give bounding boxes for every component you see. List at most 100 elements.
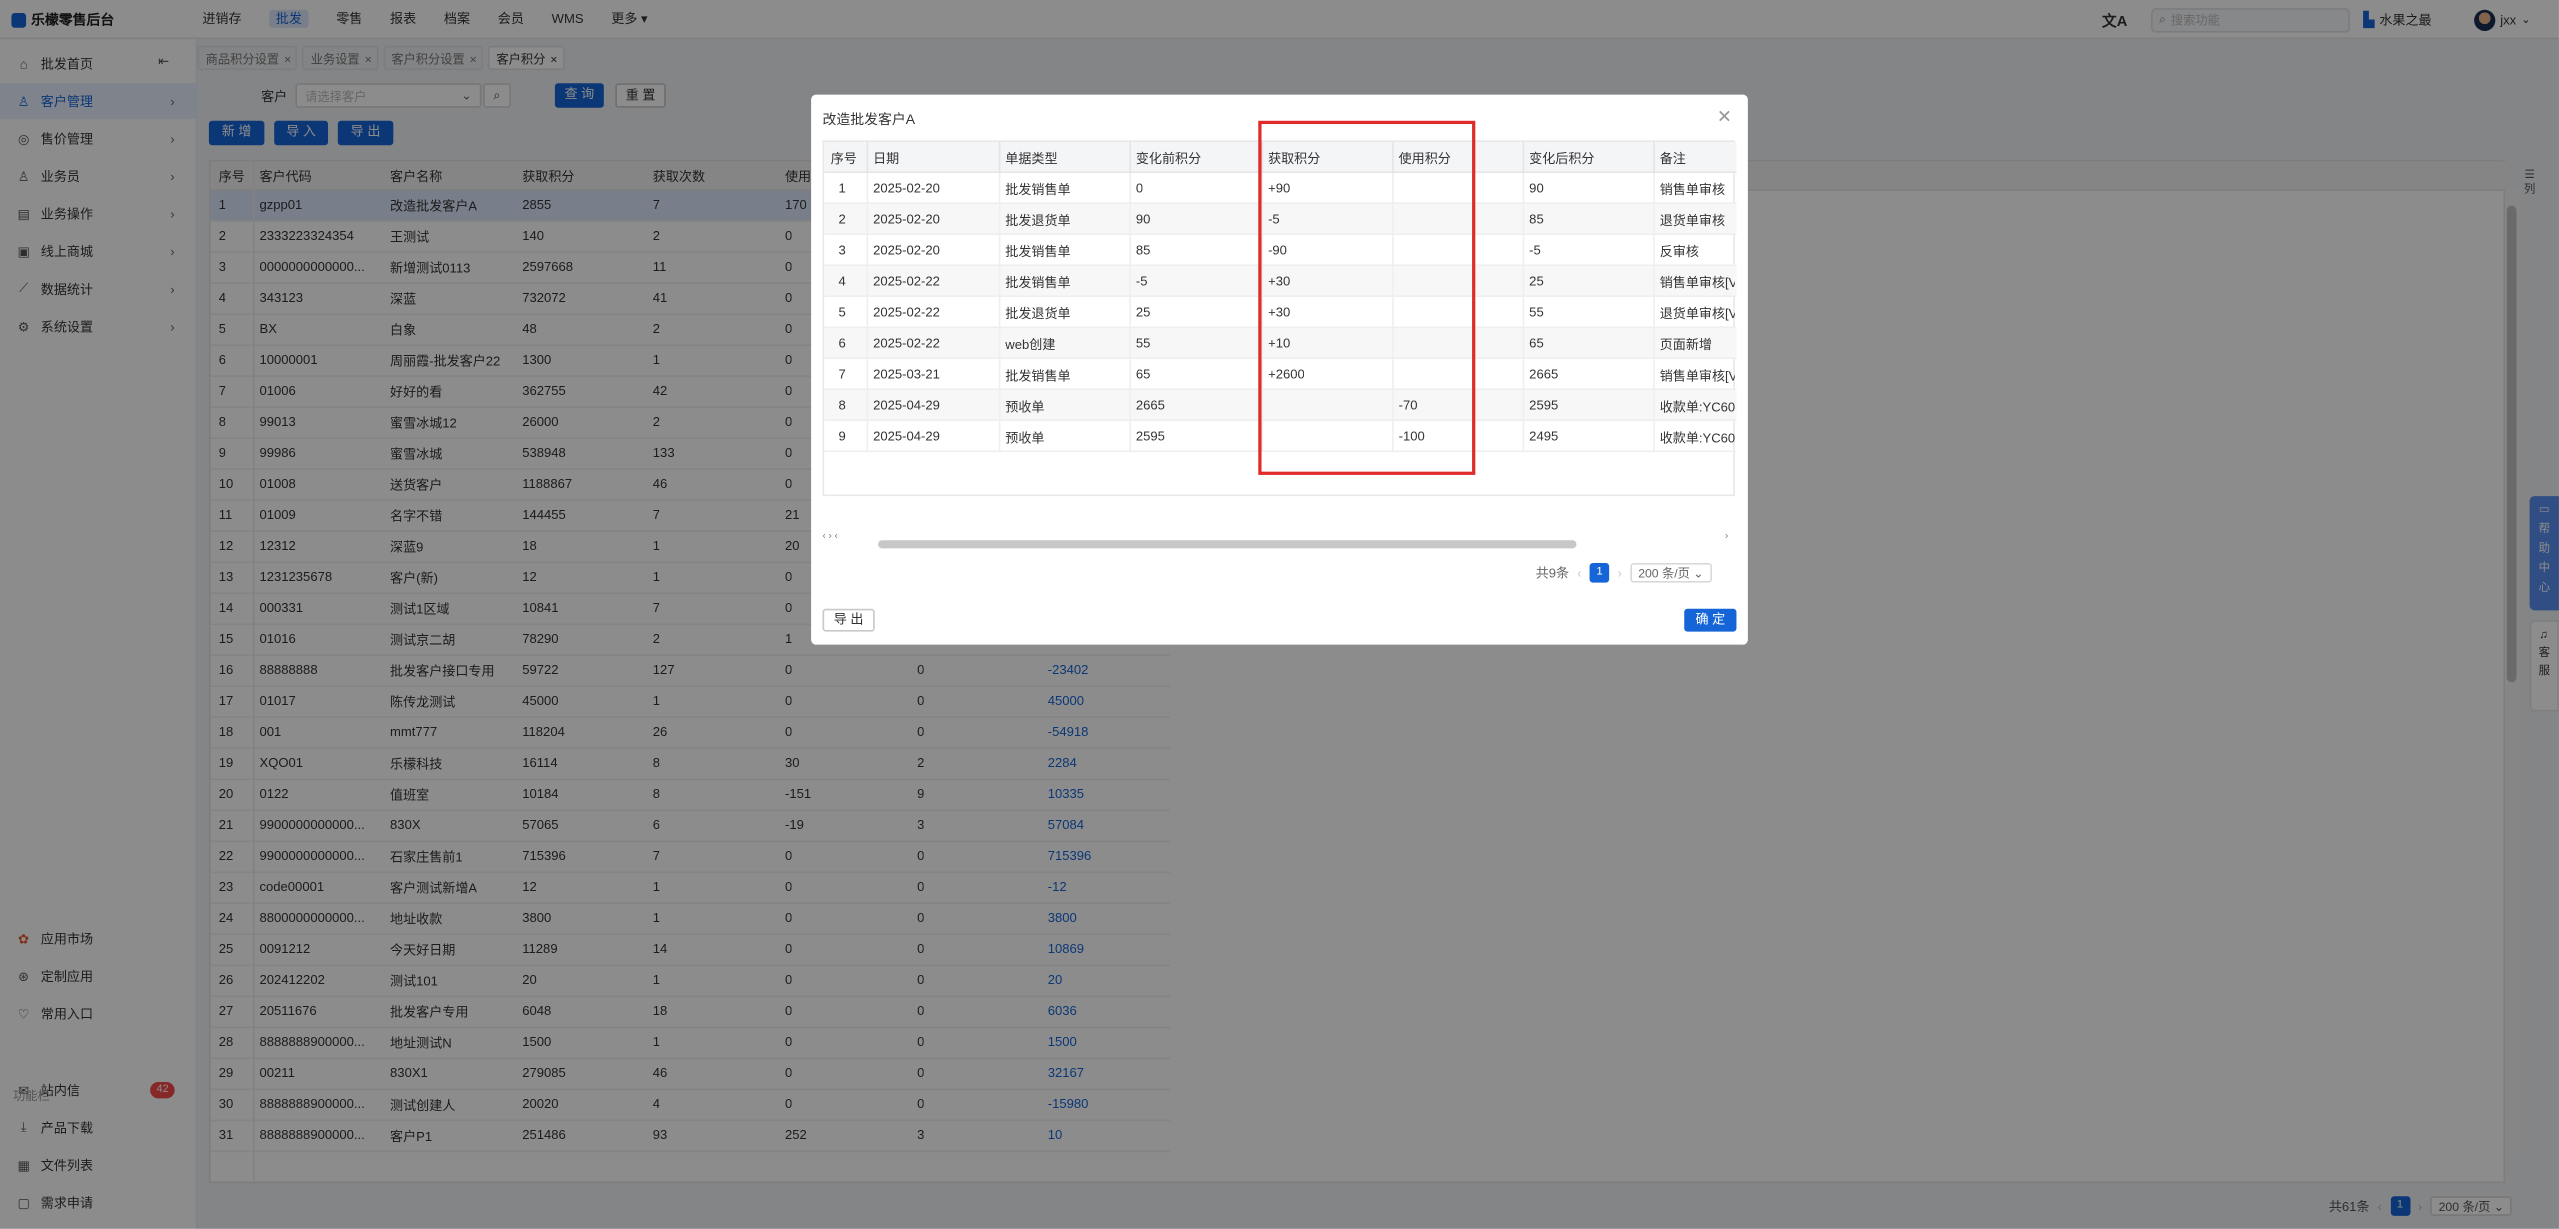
modal-table-row[interactable]: 1 2025-02-20 批发销售单 0 +90 90 销售单审核 — [824, 172, 1737, 204]
modal-table-cell: -5 — [1529, 243, 1541, 258]
column-divider — [866, 172, 869, 204]
horizontal-scrollbar-thumb[interactable] — [878, 540, 1577, 549]
modal-table-row[interactable]: 4 2025-02-22 批发销售单 -5 +30 25 销售单审核[V — [824, 266, 1737, 298]
column-divider — [1392, 359, 1394, 391]
column-divider — [866, 390, 869, 422]
column-divider — [998, 421, 1001, 453]
modal-page-size-value: 200 条/页 — [1638, 566, 1690, 581]
column-divider — [998, 297, 1001, 329]
modal-table-row[interactable]: 2 2025-02-20 批发退货单 90 -5 85 退货单审核 — [824, 204, 1737, 236]
modal-table-cell: 2495 — [1529, 429, 1559, 444]
column-divider — [1261, 266, 1264, 298]
column-divider — [866, 141, 869, 173]
modal-table-cell: +30 — [1268, 274, 1291, 289]
modal-table-cell: 8 — [838, 398, 846, 413]
column-divider — [1261, 235, 1264, 267]
modal-table-cell: 1 — [838, 181, 846, 196]
modal-table-cell: 2025-02-20 — [873, 243, 940, 258]
modal-table-row[interactable]: 5 2025-02-22 批发退货单 25 +30 55 退货单审核[V — [824, 297, 1737, 329]
modal-column-header: 变化前积分 — [1135, 151, 1202, 167]
modal-table-cell: 85 — [1135, 243, 1151, 258]
modal-table-cell: 收款单:YC600 — [1659, 399, 1735, 415]
modal-table-cell: 2025-02-22 — [873, 336, 940, 351]
column-divider — [866, 421, 869, 453]
modal-table-cell: 2665 — [1529, 367, 1559, 382]
column-divider — [866, 359, 869, 391]
modal-table-cell: 2025-02-22 — [873, 305, 940, 320]
modal-table-row[interactable]: 7 2025-03-21 批发销售单 65 +2600 2665 销售单审核[V — [824, 359, 1737, 391]
modal-table-cell: 55 — [1529, 305, 1544, 320]
column-divider — [1261, 328, 1264, 360]
modal-table-cell: 65 — [1135, 367, 1151, 382]
column-divider — [1522, 359, 1525, 391]
column-divider — [1129, 359, 1131, 391]
modal-table-cell: 页面新增 — [1659, 337, 1712, 353]
column-divider — [1129, 204, 1131, 236]
modal-column-header: 使用积分 — [1398, 151, 1451, 167]
modal-table-row[interactable]: 9 2025-04-29 预收单 2595 -100 2495 收款单:YC600 — [824, 421, 1737, 453]
modal-table-cell: 90 — [1135, 212, 1151, 227]
column-divider — [1522, 172, 1525, 204]
scroll-left-icon[interactable]: ‹ › ‹ — [823, 532, 838, 542]
app-root: 乐檬零售后台 进销存 批发 零售 报表 档案 会员 WMS 更多 ▾ 文A ⌕ 搜索功能 ▙ … — [0, 0, 2559, 1229]
column-divider — [1261, 421, 1264, 453]
column-divider — [998, 390, 1001, 422]
modal-table-cell: -70 — [1398, 398, 1418, 413]
modal-column-header: 变化后积分 — [1529, 151, 1595, 167]
close-icon[interactable]: ✕ — [1717, 106, 1732, 128]
modal-table-row[interactable]: 3 2025-02-20 批发销售单 85 -90 -5 反审核 — [824, 235, 1737, 267]
column-divider — [1653, 172, 1655, 204]
modal-ok-button[interactable]: 确 定 — [1684, 608, 1737, 632]
modal-column-header: 获取积分 — [1268, 151, 1321, 167]
modal-table-row[interactable]: 8 2025-04-29 预收单 2665 -70 2595 收款单:YC600 — [824, 390, 1737, 422]
column-divider — [1522, 390, 1525, 422]
modal-table-cell: 2025-02-20 — [873, 181, 940, 196]
column-divider — [866, 235, 869, 267]
column-divider — [998, 204, 1001, 236]
modal-table-cell: 3 — [838, 243, 846, 258]
modal-table-header: 序号 日期 单据类型 变化前积分 获取积分 使用积分 变化后积分 备注 — [824, 141, 1737, 173]
modal-table-cell: 2 — [838, 212, 846, 227]
column-divider — [1653, 204, 1655, 236]
modal-table-cell: 收款单:YC600 — [1659, 430, 1735, 446]
modal-table-cell: 批发销售单 — [1005, 275, 1071, 291]
column-divider — [1522, 204, 1525, 236]
modal-table-cell: +30 — [1268, 305, 1291, 320]
modal-table-cell: 2595 — [1529, 398, 1559, 413]
modal-table-cell: 批发销售单 — [1005, 182, 1071, 198]
modal-table-cell: 25 — [1135, 305, 1151, 320]
modal-table-cell: 反审核 — [1659, 244, 1699, 260]
column-divider — [1129, 297, 1131, 329]
modal-table-cell: 25 — [1529, 274, 1544, 289]
column-divider — [1392, 266, 1394, 298]
modal-table-cell: 7 — [838, 367, 846, 382]
modal-table-cell: 销售单审核 — [1659, 182, 1726, 198]
column-divider — [1653, 421, 1655, 453]
column-divider — [1392, 172, 1394, 204]
column-divider — [1522, 328, 1525, 360]
modal-table-cell: 55 — [1135, 336, 1151, 351]
modal-column-header: 日期 — [873, 151, 900, 167]
points-detail-modal: 改造批发客户A ✕ 序号 日期 单据类型 变化前积分 获取积分 使用积分 变化后积分 备注 1… — [811, 94, 1748, 645]
column-divider — [866, 204, 869, 236]
modal-page-number[interactable]: 1 — [1589, 563, 1610, 583]
modal-page-size-select[interactable]: 200 条/页 ⌄ — [1630, 563, 1712, 583]
horizontal-scrollbar[interactable]: ‹ › ‹ › — [823, 532, 1735, 550]
column-divider — [1392, 297, 1394, 329]
modal-export-button[interactable]: 导 出 — [822, 608, 875, 632]
modal-table-cell: 批发销售单 — [1005, 244, 1071, 260]
modal-pagination: 共9条 ‹ 1 › 200 条/页 ⌄ — [1536, 563, 1712, 583]
modal-column-header: 备注 — [1659, 151, 1686, 167]
modal-table-cell: 5 — [838, 305, 846, 320]
modal-table-cell: 2025-03-21 — [873, 367, 940, 382]
column-divider — [1653, 359, 1655, 391]
modal-total-count: 共9条 — [1535, 565, 1570, 581]
prev-page-icon[interactable]: ‹ — [1577, 565, 1581, 580]
scroll-right-icon[interactable]: › — [1725, 532, 1728, 542]
modal-table-cell: 预收单 — [1005, 399, 1045, 415]
modal-table-row[interactable]: 6 2025-02-22 web创建 55 +10 65 页面新增 — [824, 328, 1737, 360]
modal-table-cell: +2600 — [1268, 367, 1305, 382]
next-page-icon[interactable]: › — [1618, 565, 1622, 580]
column-divider — [1261, 172, 1264, 204]
column-divider — [1261, 297, 1264, 329]
